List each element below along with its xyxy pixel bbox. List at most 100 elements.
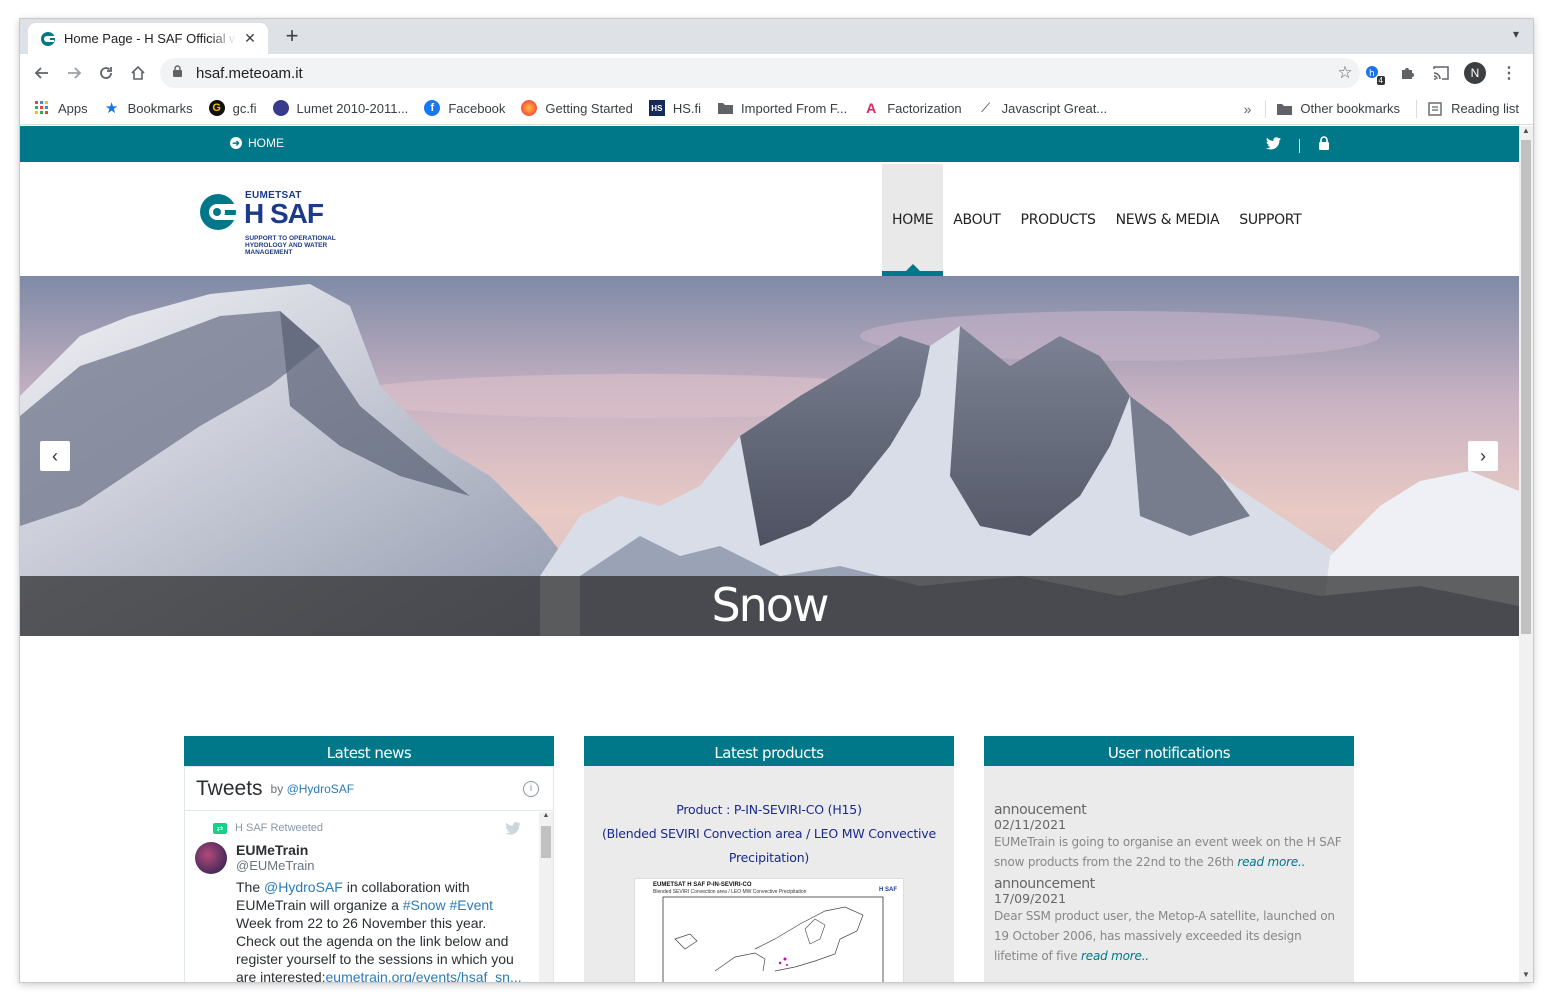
nav-products[interactable]: PRODUCTS: [1011, 164, 1106, 276]
home-icon[interactable]: [122, 57, 154, 89]
bookmark-label: gc.fi: [232, 100, 257, 116]
bookmark-getting-started[interactable]: Getting Started: [521, 100, 633, 116]
tweet-mention-link[interactable]: @HydroSAF: [264, 879, 343, 895]
new-tab-button[interactable]: +: [280, 25, 304, 49]
other-bookmarks[interactable]: Other bookmarks: [1276, 101, 1400, 117]
arrow-circle-right-icon: ➜: [230, 137, 242, 149]
product-line-3[interactable]: Precipitation): [584, 846, 954, 870]
topbar-home-label: HOME: [248, 136, 284, 150]
address-bar[interactable]: hsaf.meteoam.it ☆: [160, 58, 1360, 88]
divider: [1416, 99, 1418, 118]
lock-icon[interactable]: [172, 65, 186, 81]
bookmark-imported[interactable]: Imported From F...: [717, 100, 847, 116]
hsaf-logo[interactable]: EUMETSAT H SAF SUPPORT TO OPERATIONAL HY…: [198, 182, 348, 258]
read-more-link[interactable]: read more..: [1237, 855, 1305, 869]
bookmark-label: HS.fi: [672, 100, 702, 116]
url-text[interactable]: hsaf.meteoam.it: [196, 65, 1330, 82]
nav-support[interactable]: SUPPORT: [1229, 164, 1311, 276]
reading-list[interactable]: Reading list: [1427, 101, 1519, 117]
nav-home[interactable]: HOME: [882, 164, 944, 276]
product-line-1[interactable]: Product : P-IN-SEVIRI-CO (H15): [584, 798, 954, 822]
menu-kebab-icon[interactable]: ⋮: [1493, 57, 1525, 89]
bookmark-javascript[interactable]: ⟋ Javascript Great...: [978, 100, 1107, 116]
twitter-by-word: by: [270, 781, 284, 796]
cast-icon[interactable]: [1425, 57, 1457, 89]
slider-next-button[interactable]: ›: [1468, 441, 1498, 471]
bookmark-lumet[interactable]: Lumet 2010-2011...: [272, 100, 408, 116]
twitter-scroll-thumb[interactable]: [541, 826, 551, 858]
product-map-image[interactable]: EUMETSAT H SAF P-IN-SEVIRI-CO Blended SE…: [634, 878, 904, 982]
extension-badge-icon[interactable]: h 4: [1357, 57, 1389, 89]
tweet-text-1: The: [236, 879, 265, 895]
nav-about[interactable]: ABOUT: [943, 164, 1010, 276]
tab-active[interactable]: Home Page - H SAF Official w ✕: [28, 23, 268, 54]
lock-login-icon[interactable]: [1318, 136, 1330, 155]
bookmark-star-icon[interactable]: ☆: [1330, 63, 1360, 83]
topbar-home-link[interactable]: ➜ HOME: [230, 136, 284, 150]
logo-name: H SAF: [244, 198, 324, 229]
notification-date: 17/09/2021: [994, 891, 1067, 906]
reload-icon[interactable]: [90, 57, 122, 89]
tab-title: Home Page - H SAF Official w: [64, 31, 236, 46]
lumet-icon: [272, 100, 289, 116]
reading-list-label: Reading list: [1451, 101, 1519, 116]
user-notifications-panel: User notifications annoucement 02/11/202…: [984, 736, 1354, 982]
tweet: ⇄ H SAF Retweeted EUMeTrain @EUMeTrain T…: [185, 812, 539, 982]
bookmark-label: Factorization: [887, 100, 962, 116]
bookmark-facebook[interactable]: f Facebook: [424, 100, 505, 116]
tweet-url-link[interactable]: eumetrain.org/events/hsaf_sn...: [326, 969, 522, 982]
bookmark-bookmarks[interactable]: ★ Bookmarks: [104, 100, 193, 117]
more-bookmarks-button[interactable]: »: [1244, 101, 1252, 117]
slider-prev-button[interactable]: ‹: [40, 441, 70, 471]
gc-icon: G: [208, 100, 225, 116]
user-notifications-heading: User notifications: [984, 736, 1354, 766]
retweet-line: ⇄ H SAF Retweeted: [195, 822, 539, 834]
forward-arrow-icon[interactable]: [58, 57, 90, 89]
bookmark-hsfi[interactable]: HS HS.fi: [648, 100, 702, 116]
twitter-scrollbar[interactable]: ▲: [539, 812, 553, 982]
scroll-down-arrow-icon[interactable]: ▼: [1519, 970, 1533, 982]
tweet-author-handle[interactable]: @EUMeTrain: [236, 858, 314, 873]
twitter-bird-icon[interactable]: [505, 822, 521, 840]
tab-search-chevron-icon[interactable]: ▾: [1513, 27, 1519, 41]
back-arrow-icon[interactable]: [26, 57, 58, 89]
notification-title: announcement: [994, 876, 1095, 892]
puzzle-extensions-icon[interactable]: [1391, 57, 1423, 89]
folder-icon: [1276, 101, 1292, 117]
close-tab-icon[interactable]: ✕: [242, 30, 258, 47]
scroll-up-arrow-icon[interactable]: ▲: [539, 812, 553, 819]
hs-icon: HS: [648, 100, 665, 116]
tweet-author-name[interactable]: EUMeTrain: [236, 842, 314, 858]
product-description[interactable]: Product : P-IN-SEVIRI-CO (H15) (Blended …: [584, 766, 954, 870]
tweet-hashtags-link[interactable]: #Snow #Event: [403, 897, 493, 913]
scroll-up-arrow-icon[interactable]: ▲: [1519, 126, 1533, 138]
javascript-icon: ⟋: [981, 100, 991, 115]
bookmark-label: Imported From F...: [741, 100, 848, 116]
info-icon[interactable]: i: [523, 781, 539, 797]
notifications-list: annoucement 02/11/2021 EUMeTrain is goin…: [984, 766, 1354, 966]
divider: [1299, 138, 1300, 153]
read-more-link[interactable]: read more..: [1081, 949, 1149, 963]
twitter-handle-link[interactable]: @HydroSAF: [287, 782, 355, 796]
page-scroll-thumb[interactable]: [1521, 140, 1531, 634]
product-image-logo: H SAF: [879, 887, 897, 893]
logo-tagline-3: MANAGEMENT: [245, 249, 293, 256]
reading-list-icon: [1427, 101, 1443, 117]
notification-text: Dear SSM product user, the Metop-A satel…: [994, 906, 1344, 966]
page-scrollbar[interactable]: ▲ ▼: [1519, 126, 1533, 982]
tweet-author[interactable]: EUMeTrain @EUMeTrain: [195, 842, 539, 874]
bookmark-factorization[interactable]: A Factorization: [863, 100, 961, 116]
logo-tagline-1: SUPPORT TO OPERATIONAL: [245, 235, 336, 242]
product-line-2[interactable]: (Blended SEVIRI Convection area / LEO MW…: [584, 822, 954, 846]
twitter-header: Tweets by @HydroSAF i: [185, 767, 553, 811]
twitter-icon[interactable]: [1266, 136, 1281, 155]
twitter-timeline[interactable]: Tweets by @HydroSAF i ⇄ H SAF Retweeted: [184, 766, 554, 982]
retweeted-label: H SAF Retweeted: [235, 822, 324, 834]
bookmark-label: Apps: [58, 100, 88, 116]
bookmark-label: Javascript Great...: [1001, 100, 1108, 116]
bookmark-gcfi[interactable]: G gc.fi: [208, 100, 257, 116]
profile-button[interactable]: N: [1459, 57, 1491, 89]
bookmark-apps[interactable]: Apps: [34, 100, 88, 116]
nav-news-media[interactable]: NEWS & MEDIA: [1106, 164, 1230, 276]
avatar[interactable]: [195, 842, 227, 874]
